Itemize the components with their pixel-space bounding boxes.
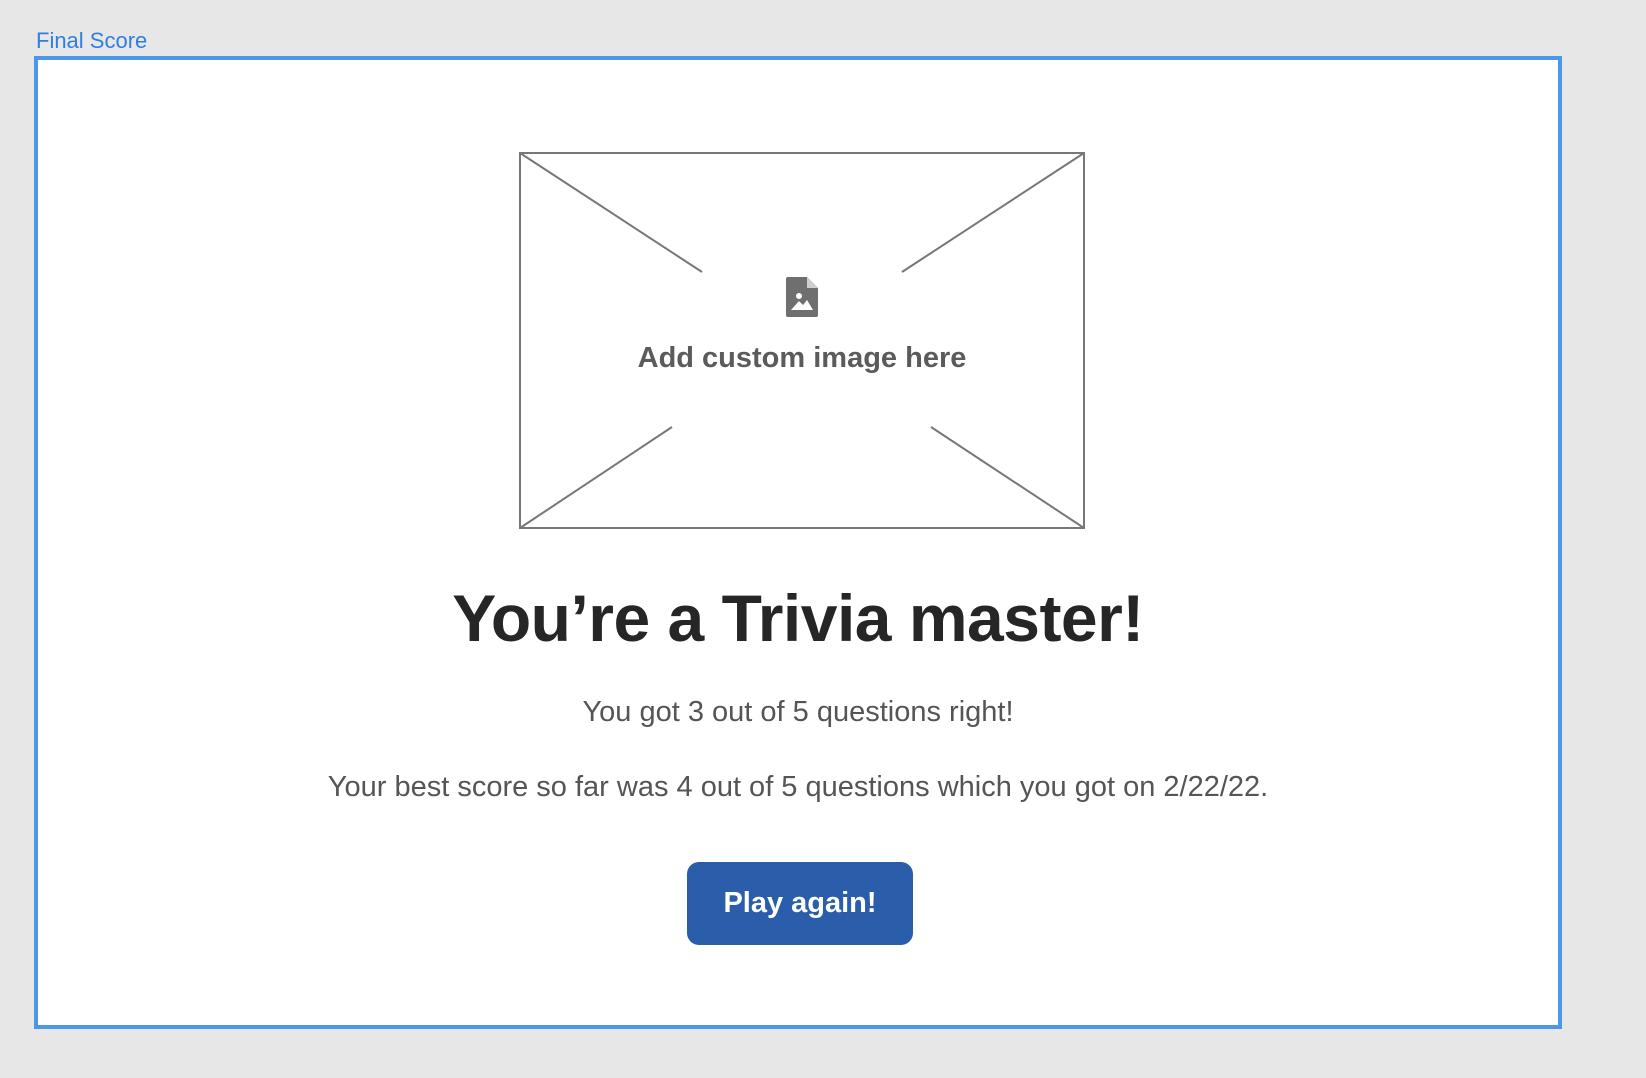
- placeholder-content: Add custom image here: [519, 277, 1085, 375]
- image-placeholder[interactable]: Add custom image here: [519, 152, 1085, 529]
- best-score-text: Your best score so far was 4 out of 5 qu…: [327, 771, 1269, 803]
- score-text: You got 3 out of 5 questions right!: [582, 696, 1014, 728]
- play-again-button[interactable]: Play again!: [687, 862, 913, 945]
- final-score-frame: Add custom image here You’re a Trivia ma…: [34, 56, 1562, 1029]
- frame-label[interactable]: Final Score: [36, 28, 147, 54]
- placeholder-text: Add custom image here: [637, 342, 967, 374]
- image-file-icon: [786, 277, 818, 317]
- result-headline: You’re a Trivia master!: [452, 581, 1144, 655]
